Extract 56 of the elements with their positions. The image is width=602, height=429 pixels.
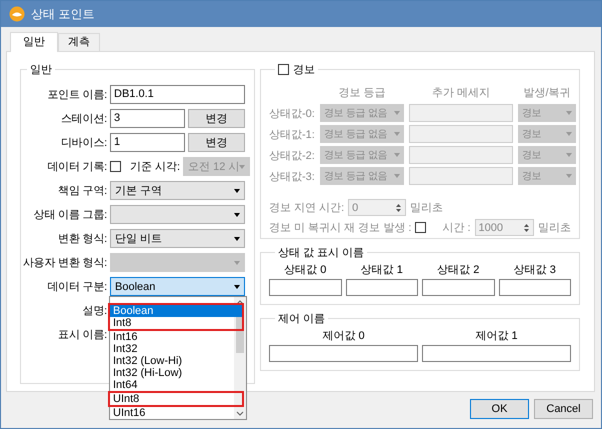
list-option[interactable]: UInt8 xyxy=(110,393,242,405)
dropdown[interactable]: Boolean xyxy=(110,277,245,296)
text-field[interactable]: DB1.0.1 xyxy=(110,85,245,104)
field-label: 경보 미 복귀시 재 경보 발생 : xyxy=(269,221,412,235)
list-option[interactable]: UInt16 xyxy=(110,407,234,419)
group-title: 경보 xyxy=(293,63,315,77)
tab[interactable]: 일반 xyxy=(10,32,58,52)
tab[interactable]: 계측 xyxy=(58,33,100,51)
unit-label: 밀리초 xyxy=(410,201,444,215)
row-label: 상태값-2: xyxy=(269,148,315,162)
dialog-button[interactable]: OK xyxy=(470,399,529,419)
text-field[interactable]: 1 xyxy=(110,133,186,152)
dropdown[interactable]: 기본 구역 xyxy=(110,181,245,200)
field-label: 변환 형식: xyxy=(57,232,107,246)
field-label: 경보 지연 시간: xyxy=(269,201,344,215)
field-label: 기준 시각: xyxy=(130,160,180,174)
window-title: 상태 포인트 xyxy=(31,6,94,22)
group-title: 제어 이름 xyxy=(277,312,326,326)
field-label: 상태값 1 xyxy=(360,263,403,277)
column-header: 추가 메세지 xyxy=(430,86,492,100)
group-title: 상태 값 표시 이름 xyxy=(277,246,366,260)
row-label: 상태값-3: xyxy=(269,170,315,184)
field-label: 표시 이름: xyxy=(57,328,107,342)
list-option[interactable]: Int32 (Hi-Low) xyxy=(110,367,234,379)
list-option[interactable]: Int32 xyxy=(110,343,234,355)
text-field[interactable]: 3 xyxy=(110,109,186,128)
field-label: 디바이스: xyxy=(60,136,107,150)
field-label: 데이터 구분: xyxy=(46,280,107,294)
field-label: 상태값 0 xyxy=(284,263,326,277)
field-label: 스테이션: xyxy=(60,112,107,126)
column-header: 발생/복귀 xyxy=(522,86,572,100)
row-label: 상태값-1: xyxy=(269,128,315,142)
list-option[interactable]: Int8 xyxy=(110,317,242,329)
list-option[interactable]: Int16 xyxy=(110,331,234,343)
field-label: 책임 구역: xyxy=(57,184,107,198)
change-button[interactable]: 변경 xyxy=(188,133,245,152)
field-label: 설명: xyxy=(82,304,107,318)
field-label: 포인트 이름: xyxy=(46,88,107,102)
list-option[interactable]: Int64 xyxy=(110,379,234,391)
column-header: 경보 등급 xyxy=(337,86,387,100)
unit-label: 밀리초 xyxy=(538,221,571,235)
field-label: 제어값 1 xyxy=(475,329,518,343)
dropdown[interactable]: 단일 비트 xyxy=(110,229,245,248)
field-label: 시간 : xyxy=(442,221,471,235)
change-button[interactable]: 변경 xyxy=(188,109,245,128)
field-label: 상태 이름 그룹: xyxy=(32,208,107,222)
dialog-button[interactable]: Cancel xyxy=(534,399,593,419)
field-label: 상태값 3 xyxy=(514,263,556,277)
field-label: 사용자 변환 형식: xyxy=(22,256,107,270)
field-label: 데이터 기록: xyxy=(46,160,107,174)
list-option[interactable]: Boolean xyxy=(110,305,242,317)
group-title: 일반 xyxy=(29,63,53,77)
row-label: 상태값-0: xyxy=(269,106,315,120)
field-label: 상태값 2 xyxy=(437,263,480,277)
list-option[interactable]: Int32 (Low-Hi) xyxy=(110,355,234,367)
field-label: 제어값 0 xyxy=(322,329,365,343)
